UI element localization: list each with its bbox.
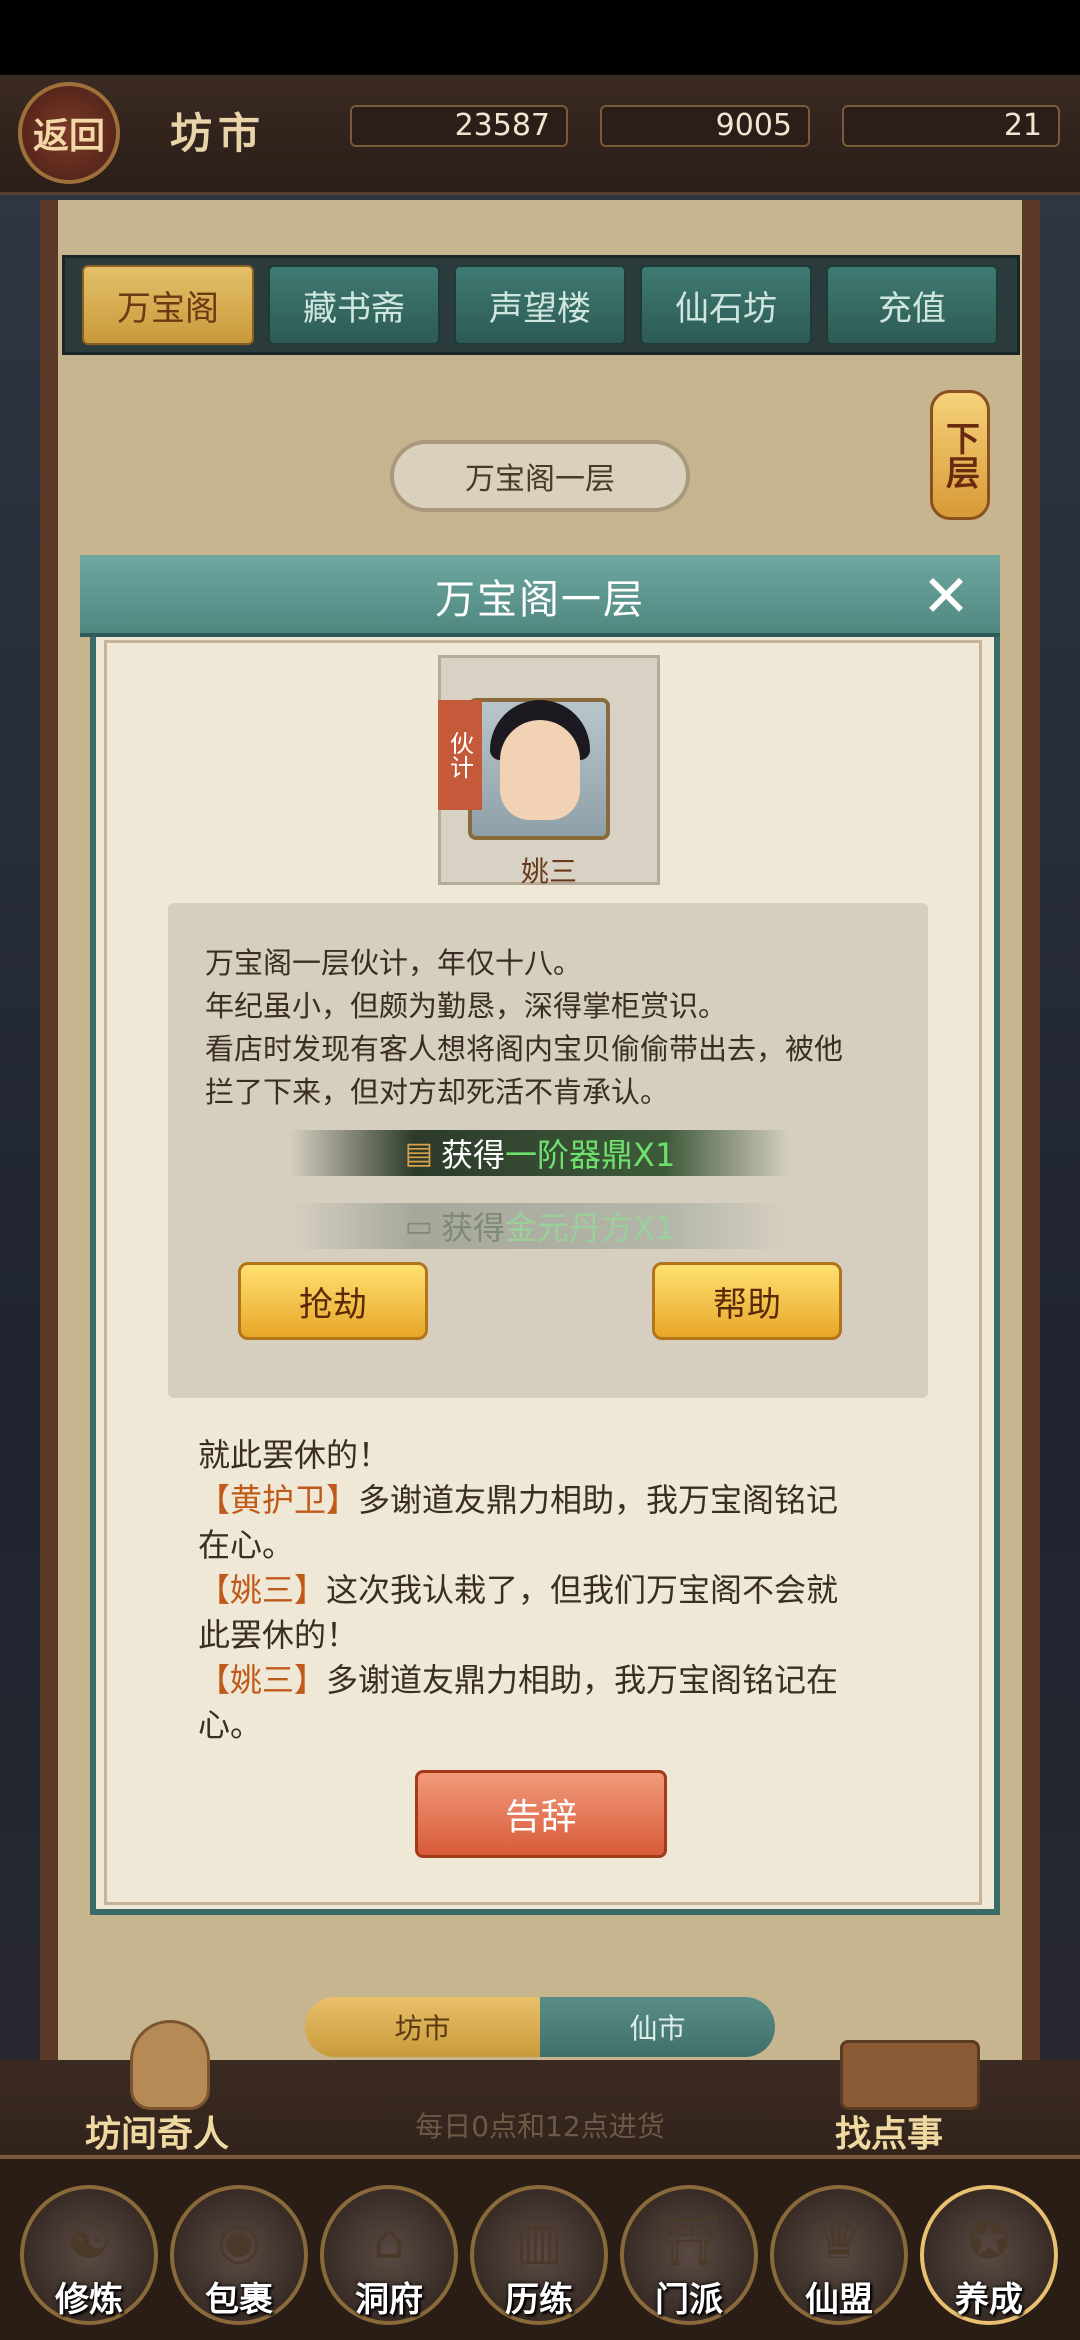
- log-line: 在心。: [198, 1520, 294, 1566]
- tab-xianshifang[interactable]: 仙石坊: [640, 265, 812, 345]
- speaker-name: 【姚三】: [198, 1571, 327, 1609]
- log-line: 【姚三】这次我认栽了，但我们万宝阁不会就: [198, 1565, 838, 1611]
- sect-gate-icon: ⛩: [657, 2211, 721, 2269]
- find-task-button[interactable]: 找点事: [835, 2105, 943, 2157]
- page-title: 坊市: [170, 109, 267, 158]
- leave-button[interactable]: 告辞: [415, 1770, 667, 1858]
- log-text: 这次我认栽了，但我们万宝阁不会就: [326, 1571, 839, 1609]
- residence-icon: ⌂: [373, 2212, 405, 2270]
- story-line: 拦了下来，但对方却死活不肯承认。: [205, 1075, 670, 1109]
- nav-label: 包裹: [205, 2280, 273, 2320]
- nav-label: 洞府: [355, 2280, 423, 2320]
- close-icon[interactable]: ✕: [915, 562, 977, 630]
- jar-icon: [130, 2020, 210, 2110]
- bag-icon: ◉: [217, 2212, 261, 2270]
- jade-count: 21: [842, 105, 1060, 147]
- tab-shengwanglou[interactable]: 声望楼: [454, 265, 626, 345]
- cultivator-icon: ☯: [66, 2212, 112, 2270]
- tab-cangshuzhai[interactable]: 藏书斋: [268, 265, 440, 345]
- nav-develop[interactable]: ✪ 养成: [920, 2185, 1058, 2325]
- scroll-icon: ▥: [515, 2212, 563, 2270]
- nav-label: 历练: [505, 2280, 573, 2320]
- back-button[interactable]: 返回: [18, 82, 120, 184]
- log-line: 心。: [198, 1700, 262, 1746]
- speaker-name: 【黄护卫】: [198, 1481, 359, 1519]
- nav-cultivate[interactable]: ☯ 修炼: [20, 2185, 158, 2325]
- npc-face: [500, 720, 580, 820]
- log-line: 就此罢休的！: [198, 1430, 390, 1476]
- reward-row: ▤ 获得 一阶器鼎X1: [290, 1130, 790, 1176]
- reward-row: ▭ 获得 金元丹方X1: [290, 1203, 790, 1249]
- log-text: 多谢道友鼎力相助，我万宝阁铭记在: [326, 1661, 839, 1699]
- tab-recharge[interactable]: 充值: [826, 265, 998, 345]
- nav-alliance[interactable]: ♛ 仙盟: [770, 2185, 908, 2325]
- log-line: 【黄护卫】多谢道友鼎力相助，我万宝阁铭记: [198, 1475, 838, 1521]
- rob-button[interactable]: 抢劫: [238, 1262, 428, 1340]
- nav-training[interactable]: ▥ 历练: [470, 2185, 608, 2325]
- log-line: 此罢休的！: [198, 1610, 358, 1656]
- restock-note: 每日0点和12点进货: [415, 2110, 665, 2143]
- floor-plate: 万宝阁一层: [390, 440, 690, 512]
- strange-people-button[interactable]: 坊间奇人: [85, 2105, 229, 2157]
- story-line: 万宝阁一层伙计，年仅十八。: [205, 946, 583, 980]
- cauldron-icon: ▤: [404, 1135, 434, 1171]
- help-button[interactable]: 帮助: [652, 1262, 842, 1340]
- speaker-name: 【姚三】: [198, 1661, 327, 1699]
- crystal-count: 23587: [350, 105, 568, 147]
- treasure-box-icon: [840, 2040, 980, 2110]
- log-text: 多谢道友鼎力相助，我万宝阁铭记: [358, 1481, 839, 1519]
- tab-wanbaoge[interactable]: 万宝阁: [82, 265, 254, 345]
- next-floor-button[interactable]: 下层: [930, 390, 990, 520]
- reward-item: 金元丹方X1: [505, 1209, 676, 1247]
- market-switch-fangshi[interactable]: 坊市: [305, 1997, 540, 2057]
- npc-name: 姚三: [520, 855, 577, 888]
- gift-count: 9005: [600, 105, 810, 147]
- log-text: 此罢休的！: [198, 1616, 359, 1654]
- market-switch-xianshi[interactable]: 仙市: [540, 1997, 775, 2057]
- nav-label: 养成: [955, 2280, 1023, 2320]
- log-text: 在心。: [198, 1526, 295, 1564]
- nav-sect[interactable]: ⛩ 门派: [620, 2185, 758, 2325]
- nav-label: 门派: [655, 2280, 723, 2320]
- npc-role-tag: 伙计: [438, 700, 482, 810]
- status-bar: [0, 0, 1080, 75]
- recipe-scroll-icon: ▭: [404, 1208, 434, 1244]
- pentagram-icon: ✪: [968, 2212, 1010, 2270]
- log-line: 【姚三】多谢道友鼎力相助，我万宝阁铭记在: [198, 1655, 838, 1701]
- nav-label: 仙盟: [805, 2280, 873, 2320]
- dialog-title: 万宝阁一层: [435, 577, 645, 623]
- alliance-banner-icon: ♛: [816, 2212, 862, 2270]
- reward-prefix: 获得: [441, 1209, 506, 1247]
- reward-item: 一阶器鼎X1: [505, 1136, 676, 1174]
- story-line: 年纪虽小，但颇为勤恳，深得掌柜赏识。: [205, 989, 728, 1023]
- story-line: 看店时发现有客人想将阁内宝贝偷偷带出去，被他: [205, 1032, 844, 1066]
- nav-label: 修炼: [55, 2280, 123, 2320]
- log-text: 心。: [198, 1706, 263, 1744]
- nav-residence[interactable]: ⌂ 洞府: [320, 2185, 458, 2325]
- nav-bag[interactable]: ◉ 包裹: [170, 2185, 308, 2325]
- log-text: 就此罢休的！: [198, 1436, 391, 1474]
- reward-prefix: 获得: [441, 1136, 506, 1174]
